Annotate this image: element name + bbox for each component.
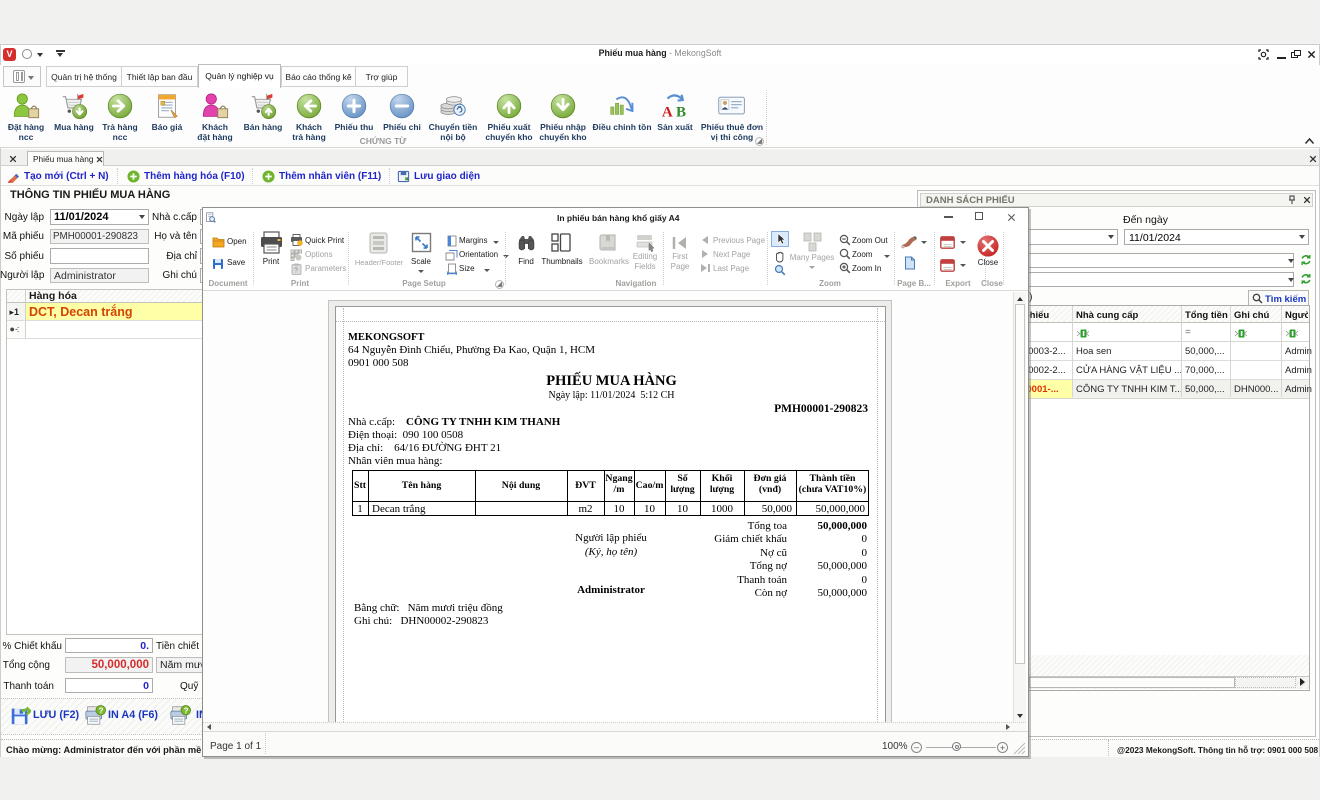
svg-text:?: ? [99,706,104,715]
svg-text:?: ? [184,706,189,715]
svg-text:B: B [676,104,686,120]
svg-text:?: ? [294,268,298,275]
svg-text:A: A [662,104,673,120]
